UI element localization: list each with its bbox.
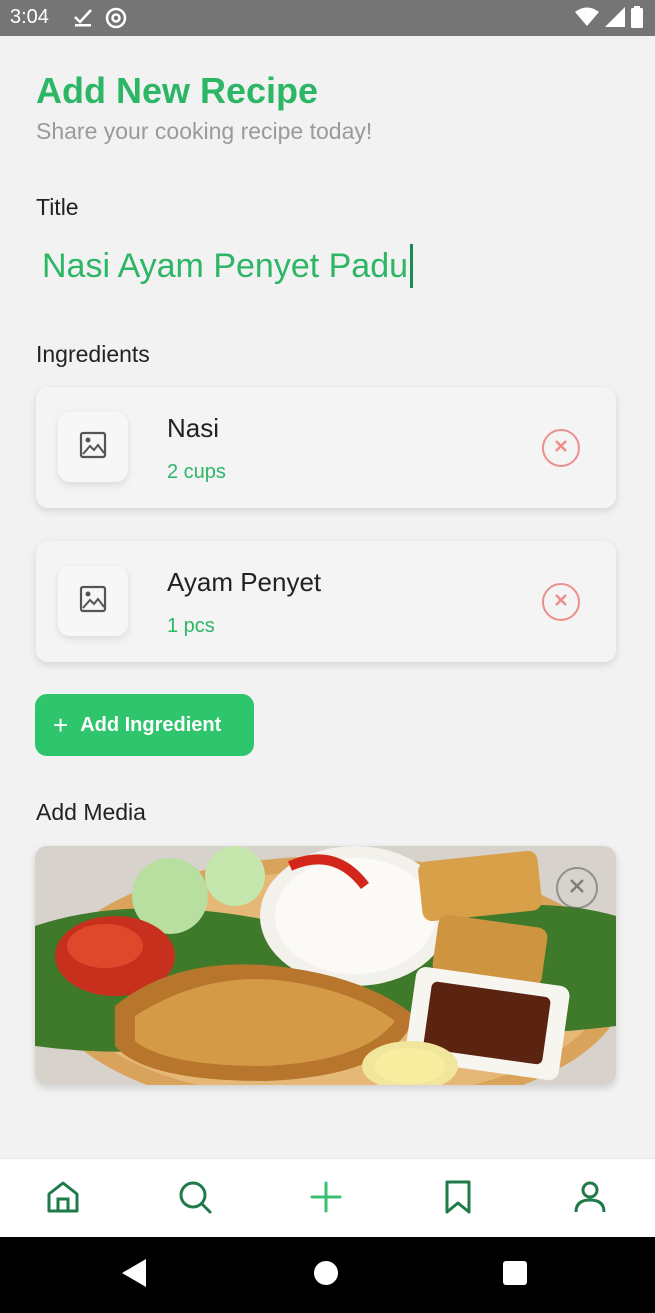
- page-subtitle: Share your cooking recipe today!: [36, 118, 373, 144]
- ingredient-card[interactable]: Ayam Penyet 1 pcs: [36, 541, 616, 662]
- profile-icon: [572, 1179, 608, 1220]
- add-ingredient-button[interactable]: + Add Ingredient: [35, 694, 254, 756]
- home-button[interactable]: [311, 1260, 341, 1290]
- add-ingredient-label: Add Ingredient: [80, 713, 222, 736]
- nav-bookmark[interactable]: [438, 1179, 478, 1219]
- page-title: Add New Recipe: [36, 70, 319, 111]
- at-icon: [104, 6, 128, 35]
- back-button[interactable]: [118, 1258, 148, 1292]
- recents-button[interactable]: [500, 1260, 530, 1290]
- bookmark-icon: [440, 1179, 476, 1220]
- ingredient-name: Ayam Penyet: [167, 567, 322, 597]
- ingredient-quantity: 1 pcs: [167, 615, 215, 637]
- add-recipe-screen: Add New Recipe Share your cooking recipe…: [0, 36, 655, 1158]
- image-placeholder-icon: [79, 585, 107, 618]
- close-icon: [554, 439, 568, 458]
- nav-profile[interactable]: [570, 1179, 610, 1219]
- nav-search[interactable]: [175, 1179, 215, 1219]
- remove-ingredient-button[interactable]: [542, 429, 580, 467]
- search-icon: [177, 1179, 213, 1220]
- title-label: Title: [36, 194, 79, 220]
- ingredient-quantity: 2 cups: [167, 461, 226, 483]
- wifi-icon: [575, 7, 599, 32]
- status-bar: 3:04: [0, 0, 655, 36]
- battery-icon: [631, 6, 643, 33]
- food-photo: [35, 846, 616, 1085]
- close-icon: [569, 878, 585, 899]
- home-icon: [45, 1179, 81, 1220]
- signal-icon: [605, 7, 625, 32]
- home-circle-icon: [313, 1260, 339, 1291]
- ingredients-label: Ingredients: [36, 341, 150, 367]
- title-input-value: Nasi Ayam Penyet Padu: [42, 246, 409, 285]
- status-time: 3:04: [10, 6, 49, 28]
- plus-icon: +: [53, 710, 69, 740]
- ingredient-card[interactable]: Nasi 2 cups: [36, 387, 616, 508]
- media-image[interactable]: [35, 846, 616, 1085]
- close-icon: [554, 593, 568, 612]
- check-download-icon: [72, 6, 94, 35]
- bottom-nav: [0, 1158, 655, 1237]
- nav-add[interactable]: [306, 1179, 346, 1219]
- remove-media-button[interactable]: [556, 867, 598, 909]
- ingredient-image-button[interactable]: [58, 412, 128, 482]
- ingredient-name: Nasi: [167, 413, 220, 443]
- system-nav-bar: [0, 1237, 655, 1313]
- ingredient-image-button[interactable]: [58, 566, 128, 636]
- back-triangle-icon: [120, 1258, 146, 1292]
- text-caret: [410, 244, 414, 288]
- recents-square-icon: [502, 1260, 528, 1291]
- image-placeholder-icon: [79, 431, 107, 464]
- nav-home[interactable]: [43, 1179, 83, 1219]
- title-input[interactable]: Nasi Ayam Penyet Padu: [42, 244, 414, 288]
- remove-ingredient-button[interactable]: [542, 583, 580, 621]
- add-media-label: Add Media: [36, 799, 146, 825]
- add-icon: [308, 1179, 344, 1220]
